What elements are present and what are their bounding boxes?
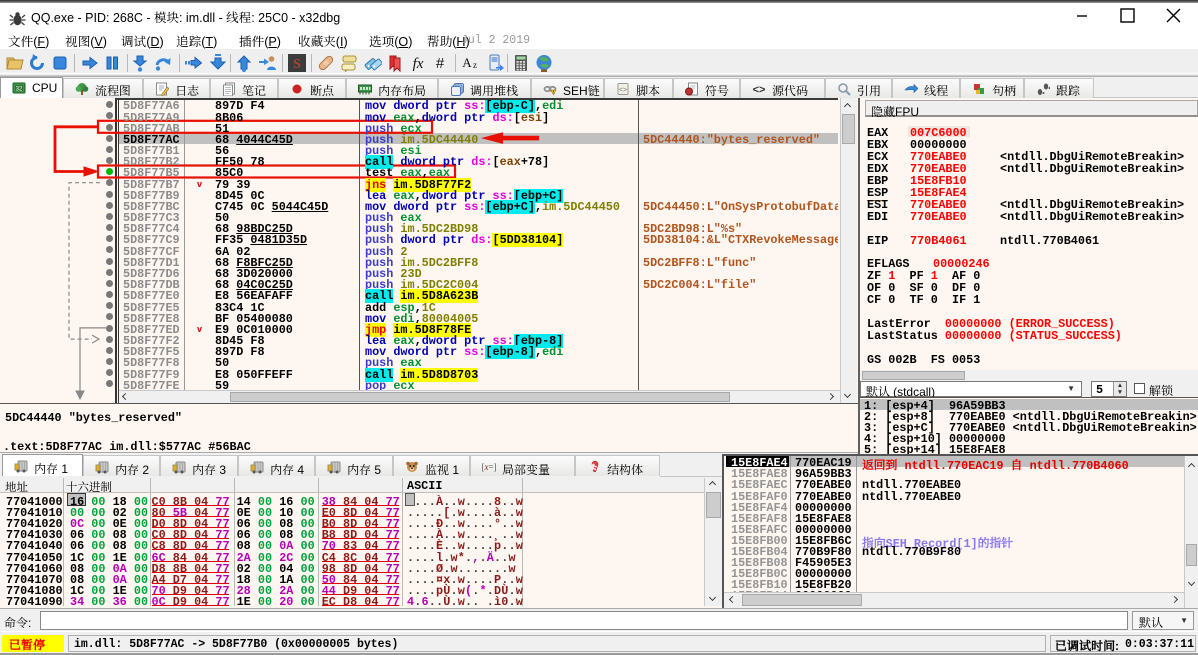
svg-text:<>: <> <box>753 84 766 96</box>
svg-text:<>: <> <box>619 87 627 94</box>
svg-text:fx: fx <box>413 56 424 72</box>
svg-text:A: A <box>462 55 472 70</box>
svg-text:#: # <box>436 55 445 72</box>
svg-text:[x=]: [x=] <box>482 462 496 472</box>
svg-text:!: ! <box>553 90 554 96</box>
svg-text:32: 32 <box>16 87 23 93</box>
svg-text:z: z <box>473 60 477 70</box>
svg-text:S: S <box>293 57 301 72</box>
